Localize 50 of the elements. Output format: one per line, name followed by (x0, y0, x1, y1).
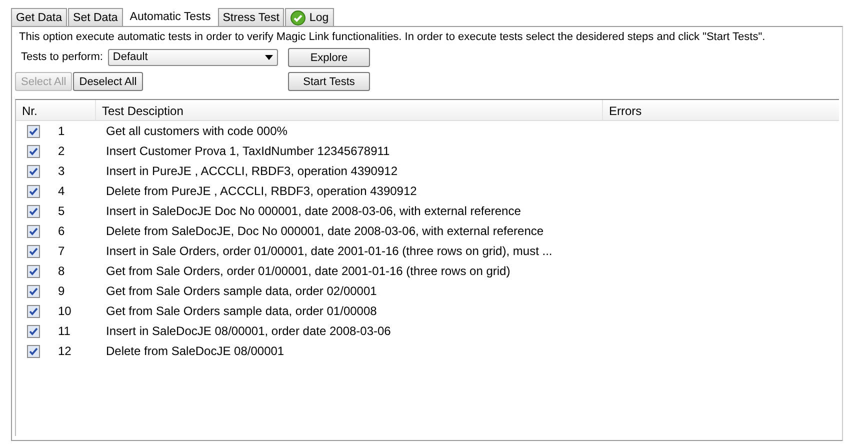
description-cell: Insert Customer Prova 1, TaxIdNumber 12345678911 (106, 144, 390, 158)
number-cell-text: 8 (57, 264, 66, 278)
description-cell: Delete from SaleDocJE, Doc No 000001, date 2008-03-06, with external reference (106, 224, 544, 238)
number-cell-text: 4 (57, 184, 66, 198)
description-cell: Get from Sale Orders sample data, order 02/00001 (106, 284, 377, 298)
description-cell: Delete from PureJE , ACCCLI, RBDF3, operation 4390912 (106, 184, 417, 198)
description-cell: Get from Sale Orders sample data, order 01/00008 (106, 304, 377, 318)
row-checkbox[interactable] (26, 324, 40, 338)
row-checkbox[interactable] (26, 184, 40, 198)
tab[interactable]: Stress Test (218, 8, 284, 26)
description-cell: Get all customers with code 000% (106, 124, 288, 138)
column-header[interactable]: Errors (603, 100, 839, 120)
tab[interactable]: Get Data (11, 8, 68, 26)
row-checkbox[interactable] (26, 264, 40, 278)
row-checkbox[interactable] (26, 124, 40, 138)
number-cell-text: 2 (57, 144, 66, 158)
explore-button[interactable]: Explore (288, 48, 370, 67)
column-header[interactable]: Test Desciption (96, 100, 603, 120)
number-cell-text: 3 (57, 164, 66, 178)
row-checkbox[interactable] (26, 144, 40, 158)
number-cell-text: 7 (57, 244, 66, 258)
number-cell-text: 1 (57, 124, 66, 138)
column-header[interactable]: Nr. (16, 100, 96, 120)
number-cell-text: 6 (57, 224, 66, 238)
row-checkbox[interactable] (26, 284, 40, 298)
row-checkbox[interactable] (26, 204, 40, 218)
number-cell-text: 12 (57, 344, 72, 358)
description-cell: Insert in SaleDocJE Doc No 000001, date 2008-03-06, with external reference (106, 204, 521, 218)
tests-dropdown[interactable]: Default (108, 48, 278, 66)
row-checkbox[interactable] (26, 164, 40, 178)
row-checkbox[interactable] (26, 304, 40, 318)
start-tests-button[interactable]: Start Tests (288, 72, 370, 91)
description-cell: Insert in PureJE , ACCCLI, RBDF3, operation 4390912 (106, 164, 398, 178)
number-cell-text: 10 (57, 304, 72, 318)
row-checkbox[interactable] (26, 224, 40, 238)
tests-label: Tests to perform: (21, 51, 103, 63)
number-cell-text: 11 (57, 324, 72, 338)
description-text: This option execute automatic tests in order to verify Magic Link functionalities. In order to execute tests select the desidered steps and click "Start Tests". (19, 31, 766, 45)
dropdown-caret-icon (264, 54, 273, 60)
description-cell: Insert in Sale Orders, order 01/00001, date 2001-01-16 (three rows on grid), must ... (106, 244, 552, 258)
number-cell-text: 9 (57, 284, 66, 298)
description-cell: Delete from SaleDocJE 08/00001 (106, 344, 284, 358)
number-cell-text: 5 (57, 204, 66, 218)
row-checkbox[interactable] (26, 244, 40, 258)
row-checkbox[interactable] (26, 344, 40, 358)
deselect-all-button[interactable]: Deselect All (73, 72, 143, 91)
description-cell: Insert in SaleDocJE 08/00001, order date 2008-03-06 (106, 324, 391, 338)
description-cell: Get from Sale Orders, order 01/00001, date 2001-01-16 (three rows on grid) (106, 264, 510, 278)
tab[interactable]: Log (285, 8, 334, 26)
tab[interactable]: Set Data (68, 8, 123, 26)
